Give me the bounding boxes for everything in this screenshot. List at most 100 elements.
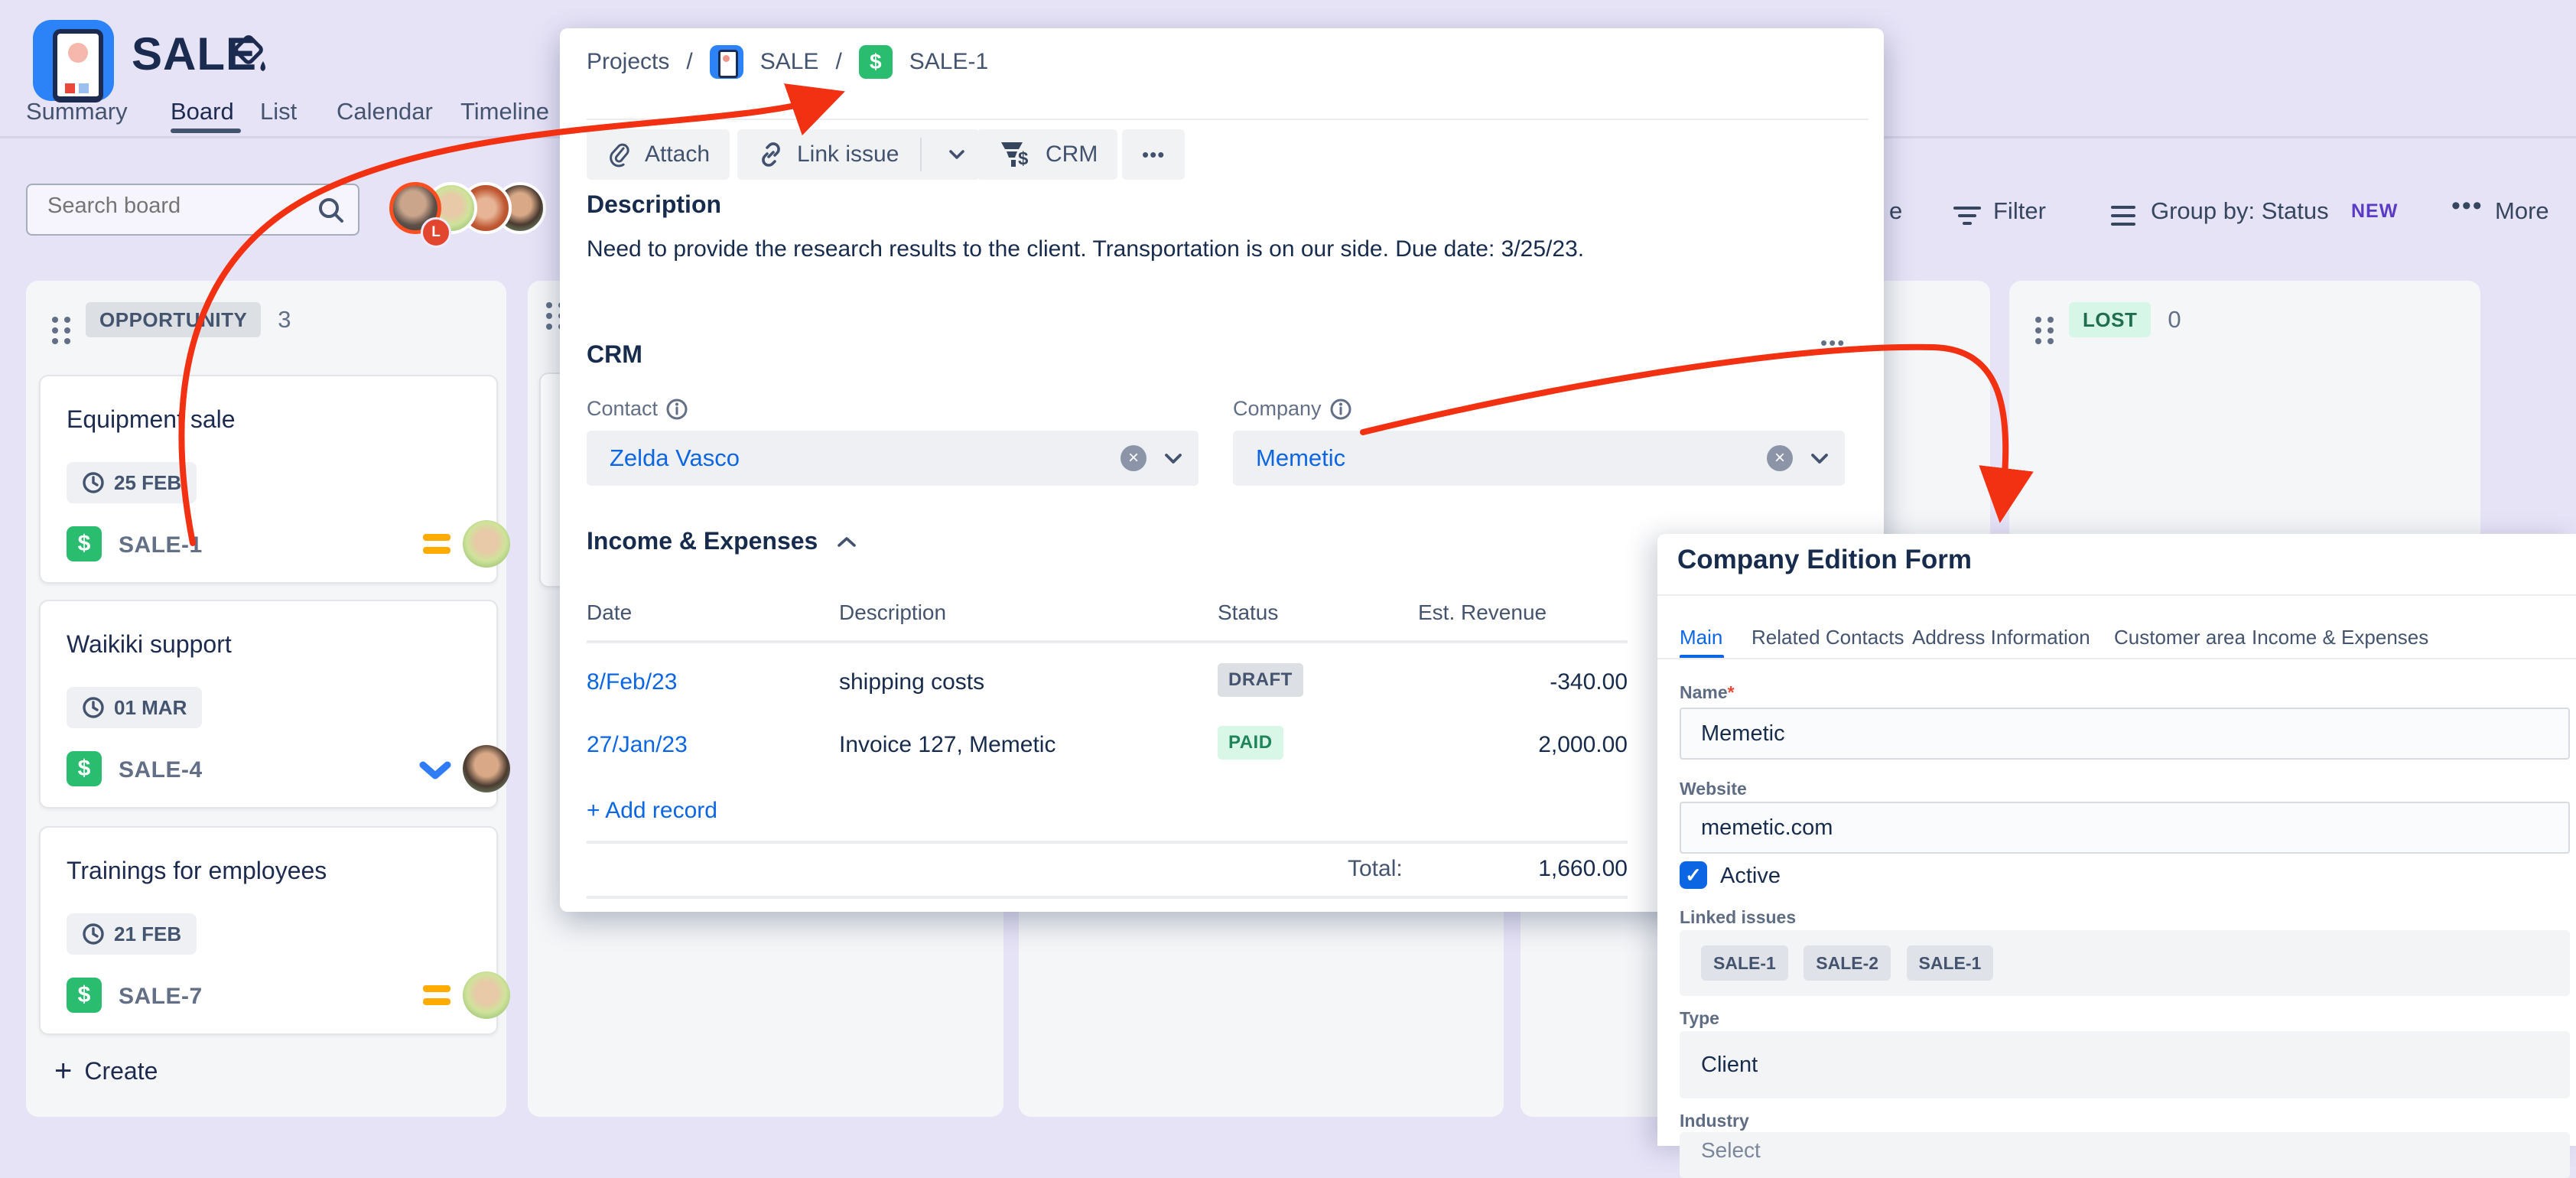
company-value[interactable]: Memetic: [1256, 444, 1345, 472]
tab-address-information[interactable]: Address Information: [1912, 626, 2090, 649]
info-icon: [665, 398, 688, 421]
issue-key[interactable]: SALE-7: [119, 984, 203, 1010]
active-tab-underline: [171, 129, 241, 133]
active-checkbox[interactable]: ✓: [1680, 861, 1707, 889]
card-waikiki-support[interactable]: Waikiki support 01 MAR $ SALE-4: [39, 600, 498, 809]
tab-list[interactable]: List: [260, 98, 297, 125]
company-select[interactable]: Memetic ×: [1233, 431, 1845, 486]
tab-calendar[interactable]: Calendar: [337, 98, 433, 125]
more-button[interactable]: More: [2495, 197, 2549, 225]
assignee-avatar[interactable]: [463, 745, 510, 792]
description-heading: Description: [587, 190, 721, 219]
link-issue-button[interactable]: Link issue: [737, 129, 980, 180]
project-icon: [710, 45, 743, 79]
status-badge: PAID: [1218, 726, 1283, 760]
priority-low-icon: [418, 759, 452, 782]
tab-timeline[interactable]: Timeline: [460, 98, 549, 125]
table-divider: [587, 841, 1628, 844]
paperclip-icon: [607, 141, 633, 168]
clock-icon: [82, 923, 105, 945]
card-trainings[interactable]: Trainings for employees 21 FEB $ SALE-7: [39, 826, 498, 1035]
create-button[interactable]: + Create: [54, 1056, 158, 1086]
linked-issues-field[interactable]: SALE-1 SALE-2 SALE-1: [1680, 930, 2570, 996]
record-date[interactable]: 8/Feb/23: [587, 669, 677, 695]
search-input[interactable]: [46, 193, 309, 220]
search-icon: [317, 196, 346, 225]
linked-issue-chip[interactable]: SALE-2: [1804, 945, 1891, 981]
filter-button[interactable]: Filter: [1993, 197, 2046, 225]
link-issue-dropdown[interactable]: [934, 148, 980, 161]
search-board-box[interactable]: [26, 184, 359, 236]
clock-icon: [82, 471, 105, 494]
clear-icon[interactable]: ×: [1120, 445, 1147, 471]
table-divider: [587, 896, 1628, 899]
industry-select[interactable]: Select: [1680, 1132, 2570, 1178]
breadcrumb-projects[interactable]: Projects: [587, 49, 669, 75]
attach-button[interactable]: Attach: [587, 129, 730, 180]
assignee-avatar[interactable]: [463, 520, 510, 568]
table-divider: [587, 640, 1628, 643]
card-title[interactable]: Trainings for employees: [67, 857, 327, 885]
record-amount: 2,000.00: [1429, 732, 1628, 758]
website-input[interactable]: memetic.com: [1680, 802, 2570, 854]
record-description: shipping costs: [839, 669, 984, 695]
income-expenses-heading: Income & Expenses: [587, 527, 818, 555]
linked-issue-chip[interactable]: SALE-1: [1701, 945, 1788, 981]
col-header-date: Date: [587, 600, 632, 625]
divider: [587, 119, 1869, 120]
description-text: Need to provide the research results to …: [587, 236, 1584, 262]
sale-issue-type-icon: $: [859, 45, 893, 79]
linked-issue-chip[interactable]: SALE-1: [1907, 945, 1994, 981]
contact-value[interactable]: Zelda Vasco: [610, 444, 740, 472]
drag-handle-icon[interactable]: [52, 317, 58, 323]
card-title[interactable]: Equipment sale: [67, 405, 236, 434]
crm-section-heading: CRM: [587, 340, 642, 369]
column-name-badge[interactable]: LOST: [2069, 302, 2151, 337]
group-by-button[interactable]: Group by: Status: [2151, 197, 2329, 225]
tab-summary[interactable]: Summary: [26, 98, 128, 125]
breadcrumb-separator: /: [686, 49, 692, 75]
tab-board[interactable]: Board: [171, 98, 234, 125]
active-label: Active: [1720, 864, 1781, 889]
crm-button[interactable]: $ CRM: [977, 129, 1117, 180]
type-select[interactable]: Client: [1680, 1031, 2570, 1098]
contact-select[interactable]: Zelda Vasco ×: [587, 431, 1199, 486]
card-equipment-sale[interactable]: Equipment sale 25 FEB $ SALE-1: [39, 375, 498, 584]
record-date[interactable]: 27/Jan/23: [587, 732, 688, 758]
toolbar-more-button[interactable]: •••: [1122, 129, 1185, 180]
tab-income-expenses[interactable]: Income & Expenses: [2252, 626, 2428, 649]
name-value: Memetic: [1701, 721, 1785, 747]
hidden-button-fragment: e: [1889, 197, 1902, 225]
drag-handle-icon[interactable]: [2035, 317, 2041, 323]
tab-customer-area[interactable]: Customer area: [2114, 626, 2246, 649]
card-title[interactable]: Waikiki support: [67, 630, 232, 659]
paint-bucket-icon[interactable]: [231, 34, 271, 76]
col-header-status: Status: [1218, 600, 1278, 625]
website-label: Website: [1680, 779, 1747, 799]
industry-placeholder: Select: [1701, 1138, 1761, 1163]
chevron-down-icon[interactable]: [1810, 452, 1830, 466]
collapse-caret-icon[interactable]: [836, 535, 857, 548]
breadcrumb-project[interactable]: SALE: [760, 49, 819, 75]
col-header-est-revenue: Est. Revenue: [1418, 600, 1547, 625]
issue-key[interactable]: SALE-1: [119, 532, 203, 558]
crm-section-more-button[interactable]: •••: [1820, 331, 1846, 355]
drag-handle-icon[interactable]: [546, 302, 552, 308]
filter-icon: [1952, 203, 1982, 229]
new-badge: NEW: [2351, 200, 2398, 223]
assignee-avatar[interactable]: [463, 971, 510, 1019]
column-name-badge[interactable]: OPPORTUNITY: [86, 302, 261, 337]
add-record-button[interactable]: + Add record: [587, 798, 717, 824]
link-icon: [757, 141, 785, 168]
clock-icon: [82, 696, 105, 719]
chevron-down-icon[interactable]: [1163, 452, 1183, 466]
tab-main[interactable]: Main: [1680, 626, 1722, 649]
issue-key[interactable]: SALE-4: [119, 757, 203, 783]
clear-icon[interactable]: ×: [1767, 445, 1793, 471]
tab-related-contacts[interactable]: Related Contacts: [1751, 626, 1904, 649]
chevron-down-icon: [948, 148, 966, 161]
column-count: 3: [278, 306, 291, 334]
record-description: Invoice 127, Memetic: [839, 732, 1055, 758]
breadcrumb-issue[interactable]: SALE-1: [909, 49, 988, 75]
name-input[interactable]: Memetic: [1680, 708, 2570, 760]
